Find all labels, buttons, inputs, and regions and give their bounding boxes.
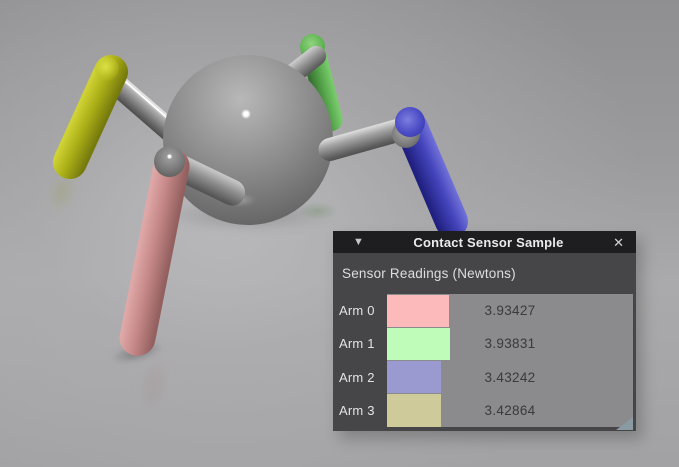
app-window: ▼ Contact Sensor Sample ✕ Sensor Reading… (0, 0, 679, 467)
sensor-row-track: 3.43242 (387, 361, 633, 394)
sensor-row: Arm 1 3.93831 (333, 327, 633, 360)
sensor-row-label: Arm 2 (333, 361, 387, 394)
sensor-row-label: Arm 1 (333, 327, 387, 360)
torso-specular-highlight (241, 109, 251, 119)
sensor-value: 3.93831 (387, 327, 633, 360)
collapse-triangle-icon[interactable]: ▼ (353, 237, 364, 248)
robot-back-left-leg-lower (47, 49, 133, 184)
sensor-value: 3.42864 (387, 394, 633, 427)
green-leg-reflection (298, 202, 338, 220)
robot-front-right-leg-cap (395, 107, 425, 137)
panel-titlebar[interactable]: ▼ Contact Sensor Sample ✕ (333, 231, 636, 253)
robot-front-left-leg-lower (116, 145, 192, 359)
sensor-row: Arm 0 3.93427 (333, 294, 633, 327)
specular-highlight (167, 154, 172, 159)
sensor-value: 3.43242 (387, 361, 633, 394)
sensor-row: Arm 2 3.43242 (333, 361, 633, 394)
sensor-value: 3.93427 (387, 294, 633, 327)
robot-back-left-leg-cap-highlight (95, 57, 119, 81)
sensor-row-track: 3.93831 (387, 327, 633, 360)
sensor-row: Arm 3 3.42864 (333, 394, 633, 427)
pink-leg-reflection (136, 351, 172, 418)
sensor-chart: Arm 0 3.93427 Arm 1 3.93831 Arm 2 3.4324… (333, 294, 633, 427)
contact-sensor-panel: ▼ Contact Sensor Sample ✕ Sensor Reading… (333, 231, 636, 431)
sensor-row-label: Arm 0 (333, 294, 387, 327)
panel-title: Contact Sensor Sample (364, 235, 613, 250)
sensor-row-track: 3.42864 (387, 394, 633, 427)
close-icon[interactable]: ✕ (613, 236, 624, 249)
sensor-row-track: 3.93427 (387, 294, 633, 327)
robot-front-left-elbow (154, 146, 185, 177)
sensor-row-label: Arm 3 (333, 394, 387, 427)
resize-handle[interactable] (616, 417, 633, 430)
section-title: Sensor Readings (Newtons) (342, 253, 516, 294)
